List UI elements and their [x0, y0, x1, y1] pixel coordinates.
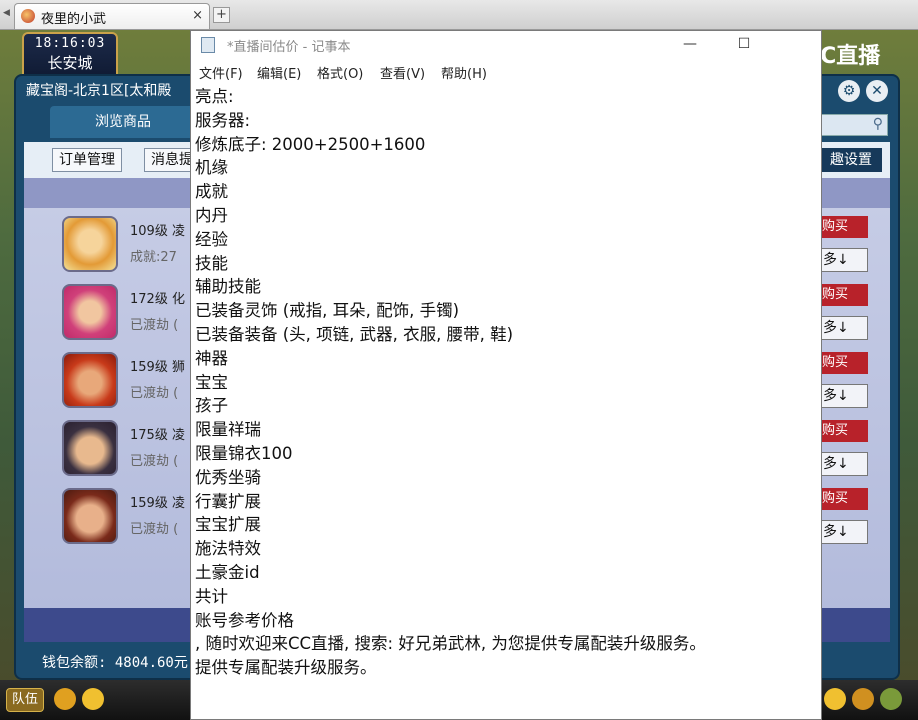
notepad-window: *直播间估价 - 记事本 — ☐ 文件(F) 编辑(E) 格式(O) 查看(V)…	[190, 30, 822, 720]
avatar	[62, 216, 118, 272]
avatar	[62, 284, 118, 340]
settings-icon[interactable]: ⚙	[838, 80, 860, 102]
row-level: 159级 狮	[130, 360, 185, 375]
text-line: 机缘	[195, 158, 228, 178]
text-line: 孩子	[195, 396, 228, 416]
notepad-title: *直播间估价 - 记事本	[227, 40, 351, 55]
avatar	[62, 352, 118, 408]
emote-icon[interactable]	[824, 688, 846, 710]
row-subtitle: 已渡劫 (	[130, 318, 179, 333]
menu-view[interactable]: 查看(V)	[380, 63, 425, 82]
browser-tab-bar: ◀ 夜里的小武 × +	[0, 0, 918, 30]
system-icon[interactable]	[880, 688, 902, 710]
text-line: 宝宝扩展	[195, 515, 261, 535]
notepad-titlebar[interactable]: *直播间估价 - 记事本 — ☐	[191, 31, 821, 59]
maximize-button[interactable]: ☐	[721, 33, 767, 57]
row-level: 159级 凌	[130, 496, 185, 511]
text-line: 行囊扩展	[195, 491, 261, 511]
clock-time: 18:16:03	[34, 36, 106, 51]
text-line: 辅助技能	[195, 277, 261, 297]
city-name: 长安城	[47, 54, 93, 72]
text-line: 经验	[195, 229, 228, 249]
tab-browse-goods[interactable]: 浏览商品	[50, 106, 196, 138]
text-line: , 随时欢迎来CC直播, 搜索: 好兄弟武林, 为您提供专属配装升级服务。	[195, 634, 706, 654]
tab-close-icon[interactable]: ×	[192, 8, 203, 23]
text-line: 共计	[195, 586, 228, 606]
buy-button[interactable]: 购买	[814, 284, 868, 306]
text-line: 修炼底子: 2000+2500+1600	[195, 134, 426, 154]
avatar	[62, 488, 118, 544]
row-level: 175级 凌	[130, 428, 185, 443]
row-subtitle: 成就:27	[130, 250, 177, 265]
avatar	[62, 420, 118, 476]
text-line: 内丹	[195, 205, 228, 225]
text-line: 已装备装备 (头, 项链, 武器, 衣服, 腰带, 鞋)	[195, 324, 514, 344]
text-line: 限量祥瑞	[195, 420, 261, 440]
browser-tab[interactable]: 夜里的小武 ×	[14, 3, 210, 29]
order-management-button[interactable]: 订单管理	[52, 148, 122, 172]
row-level: 172级 化	[130, 292, 185, 307]
text-line: 账号参考价格	[195, 610, 294, 630]
row-subtitle: 已渡劫 (	[130, 522, 179, 537]
text-line: 成就	[195, 182, 228, 202]
game-clock: 18:16:03 长安城	[22, 32, 118, 80]
minimize-button[interactable]: —	[667, 33, 713, 57]
site-favicon-icon	[21, 9, 35, 23]
menu-file[interactable]: 文件(F)	[199, 63, 243, 82]
text-line: 神器	[195, 348, 228, 368]
more-button[interactable]: 多↓	[814, 248, 868, 272]
chat-icon[interactable]	[82, 688, 104, 710]
new-tab-button[interactable]: +	[213, 7, 230, 23]
more-button[interactable]: 多↓	[814, 452, 868, 476]
team-button[interactable]: 队伍	[6, 688, 44, 712]
buy-button[interactable]: 购买	[814, 420, 868, 442]
wallet-balance: 钱包余额: 4804.60元	[42, 655, 188, 671]
notepad-menubar: 文件(F) 编辑(E) 格式(O) 查看(V) 帮助(H)	[191, 59, 821, 83]
text-line: 宝宝	[195, 372, 228, 392]
text-line: 亮点:	[195, 87, 234, 106]
search-input[interactable]: ⚲	[816, 114, 888, 136]
notepad-text-area[interactable]: 亮点: 服务器: 修炼底子: 2000+2500+1600 机缘 成就 内丹 经…	[195, 85, 817, 719]
buy-button[interactable]: 购买	[814, 352, 868, 374]
microphone-icon[interactable]	[54, 688, 76, 710]
text-line: 提供专属配装升级服务。	[195, 658, 377, 678]
more-button[interactable]: 多↓	[814, 384, 868, 408]
tab-title: 夜里的小武	[41, 12, 107, 27]
text-line: 施法特效	[195, 539, 261, 559]
text-line: 服务器:	[195, 110, 251, 130]
row-subtitle: 已渡劫 (	[130, 386, 179, 401]
close-icon[interactable]: ✕	[866, 80, 888, 102]
trade-window-title: 藏宝阁-北京1区[太和殿	[26, 83, 172, 99]
tab-scroll-left-icon[interactable]: ◀	[3, 8, 13, 22]
notepad-icon	[201, 37, 215, 53]
text-line: 土豪金id	[195, 562, 260, 582]
search-icon[interactable]: ⚲	[873, 116, 883, 132]
buy-button[interactable]: 购买	[814, 216, 868, 238]
row-level: 109级 凌	[130, 224, 185, 239]
text-line: 优秀坐骑	[195, 467, 261, 487]
trade-window-controls: ⚙ ✕	[832, 80, 888, 102]
menu-edit[interactable]: 编辑(E)	[257, 63, 301, 82]
row-subtitle: 已渡劫 (	[130, 454, 179, 469]
more-button[interactable]: 多↓	[814, 316, 868, 340]
pet-icon[interactable]	[852, 688, 874, 710]
menu-help[interactable]: 帮助(H)	[441, 63, 487, 82]
interest-settings-button[interactable]: 趣设置	[820, 148, 882, 172]
text-line: 限量锦衣100	[195, 443, 293, 463]
more-button[interactable]: 多↓	[814, 520, 868, 544]
text-line: 技能	[195, 253, 228, 273]
text-line: 已装备灵饰 (戒指, 耳朵, 配饰, 手镯)	[195, 301, 460, 321]
menu-format[interactable]: 格式(O)	[317, 63, 363, 82]
buy-button[interactable]: 购买	[814, 488, 868, 510]
